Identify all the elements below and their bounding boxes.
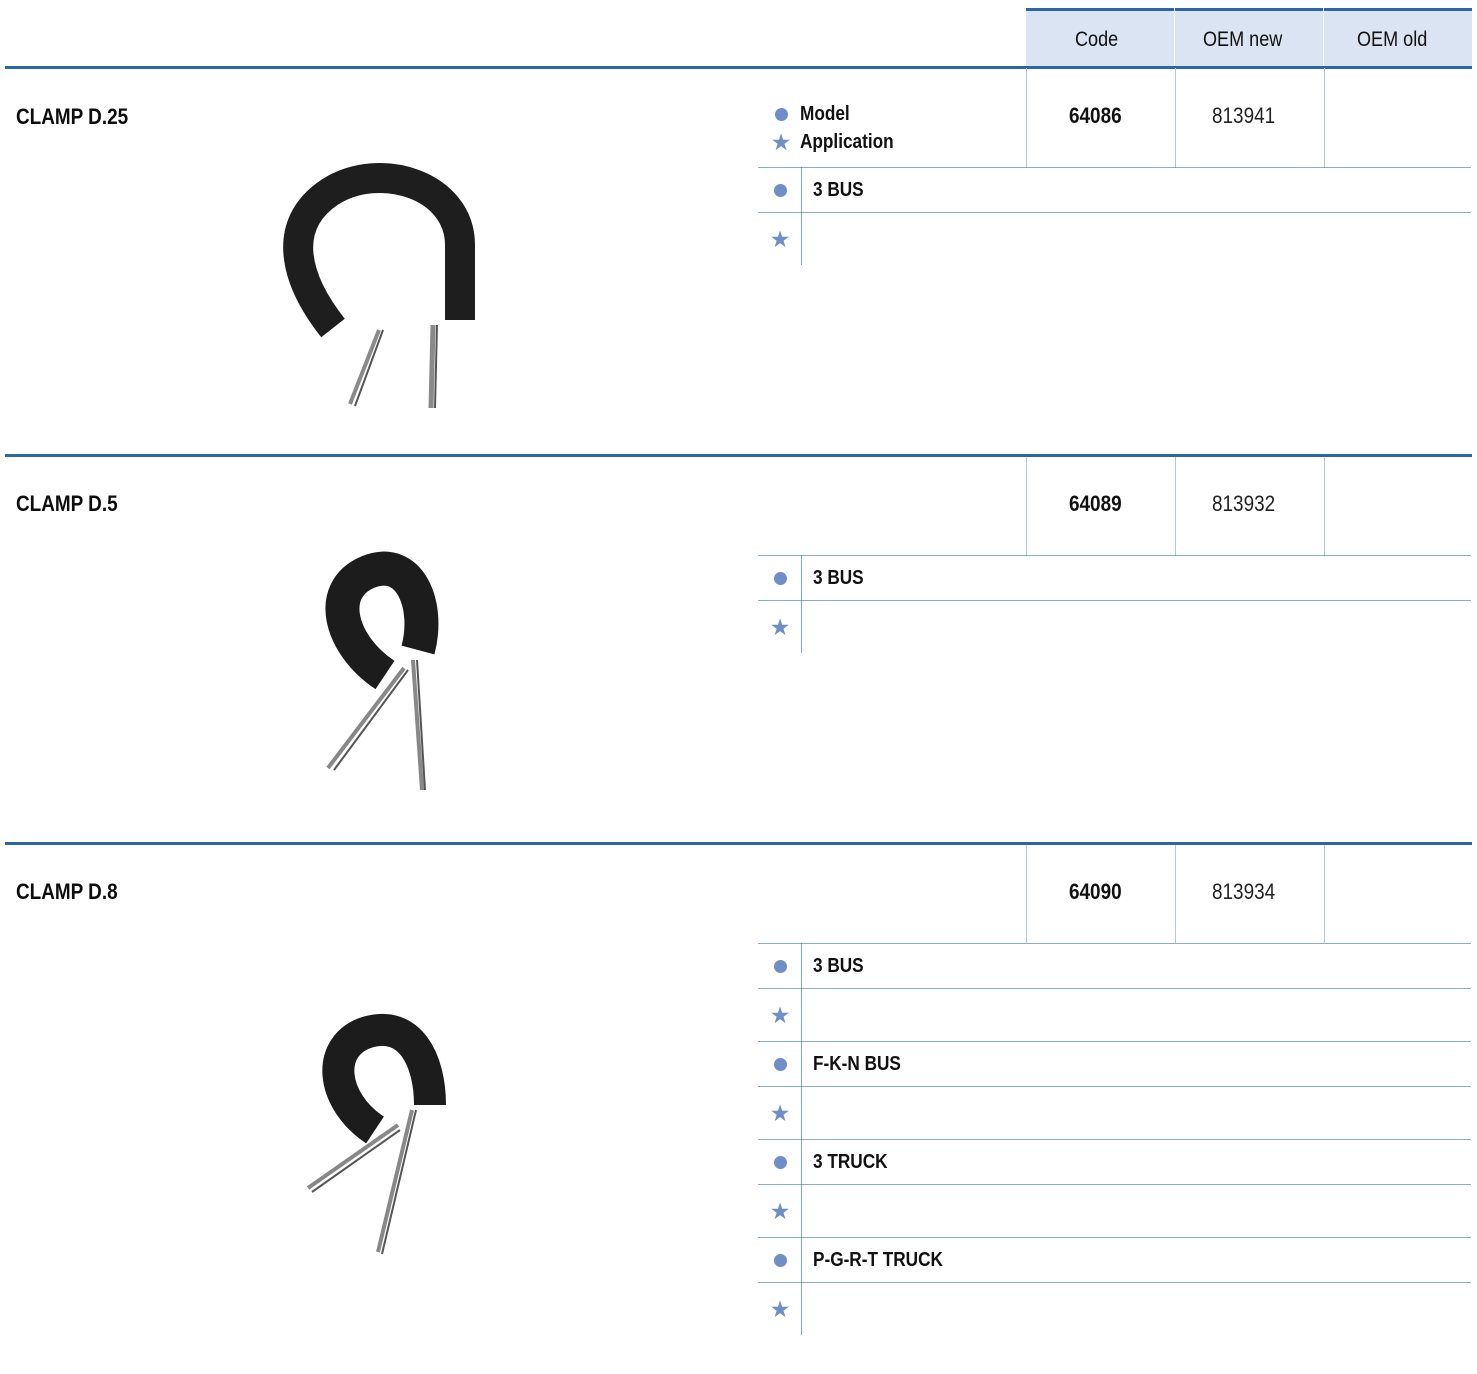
product-code: 64086	[1069, 103, 1123, 128]
model-row: P-G-R-T TRUCK	[758, 1238, 1471, 1283]
product-oem-new: 813932	[1212, 491, 1276, 516]
legend: Model ★ Application	[770, 100, 909, 156]
circle-icon	[758, 1238, 802, 1283]
star-icon: ★	[769, 1295, 791, 1322]
model-row: 3 BUS	[758, 944, 1471, 989]
model-row: 3 BUS	[758, 168, 1471, 213]
product-oem-old	[1324, 103, 1472, 129]
section-divider	[5, 454, 1472, 457]
circle-icon	[758, 1042, 802, 1087]
product-title: CLAMP D.8	[16, 879, 118, 904]
model-row: 3 TRUCK	[758, 1140, 1471, 1185]
product-code: 64090	[1069, 879, 1123, 904]
model-row: 3 BUS	[758, 556, 1471, 601]
product-oem-new: 813941	[1212, 103, 1276, 128]
legend-model: Model	[800, 102, 850, 125]
application-row: ★	[758, 1185, 1471, 1237]
model-row: F-K-N BUS	[758, 1042, 1471, 1087]
model-label: 3 BUS	[813, 567, 864, 589]
header-oem-new: OEM new	[1175, 8, 1323, 68]
product-title: CLAMP D.5	[16, 491, 118, 516]
model-label: 3 TRUCK	[813, 1151, 888, 1173]
header-oem-old: OEM old	[1324, 8, 1472, 68]
star-icon: ★	[769, 613, 791, 640]
header-code: Code	[1026, 8, 1174, 68]
star-icon: ★	[769, 1099, 791, 1126]
circle-icon	[758, 1140, 802, 1185]
circle-icon	[770, 107, 792, 121]
product-oem-new: 813934	[1212, 879, 1276, 904]
legend-application: Application	[800, 130, 894, 153]
model-label: 3 BUS	[813, 955, 864, 977]
application-row: ★	[758, 213, 1471, 265]
model-label: P-G-R-T TRUCK	[813, 1249, 943, 1271]
section-divider	[5, 842, 1472, 845]
star-icon: ★	[769, 1001, 791, 1028]
circle-icon	[758, 556, 802, 601]
star-icon: ★	[769, 225, 791, 252]
product-oem-old	[1324, 879, 1472, 905]
section-divider	[5, 66, 1472, 69]
application-row: ★	[758, 1087, 1471, 1139]
application-row: ★	[758, 989, 1471, 1041]
circle-icon	[758, 168, 802, 213]
model-label: 3 BUS	[813, 179, 864, 201]
clamp-photo	[325, 551, 439, 791]
application-row: ★	[758, 601, 1471, 653]
product-title: CLAMP D.25	[16, 104, 129, 129]
circle-icon	[758, 944, 802, 989]
clamp-photo	[306, 1014, 446, 1255]
clamp-photo	[283, 163, 475, 409]
model-label: F-K-N BUS	[813, 1053, 901, 1075]
star-icon: ★	[770, 128, 792, 155]
star-icon: ★	[769, 1197, 791, 1224]
application-row: ★	[758, 1283, 1471, 1335]
product-code: 64089	[1069, 491, 1123, 516]
product-oem-old	[1324, 491, 1472, 517]
